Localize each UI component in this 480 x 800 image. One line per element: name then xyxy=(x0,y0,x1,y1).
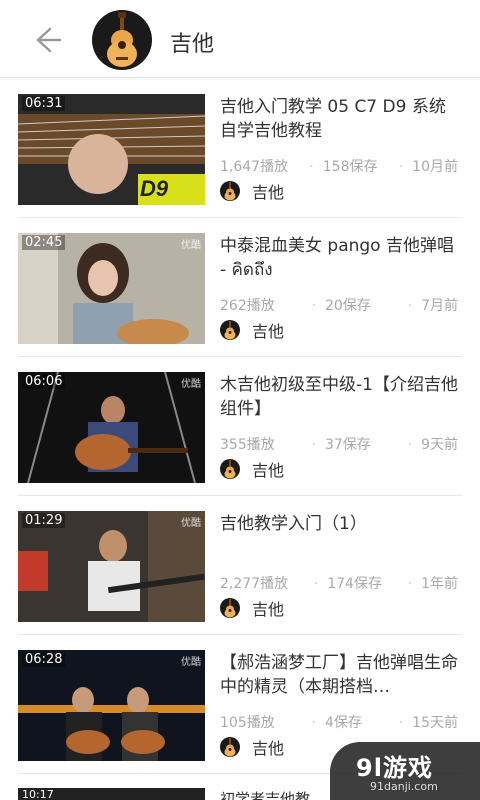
channel-name: 吉他 xyxy=(252,739,285,758)
guitar-icon xyxy=(220,181,240,201)
video-title[interactable]: 吉他教学入门（1） xyxy=(220,512,458,536)
video-title[interactable]: 中泰混血美女 pango 吉他弹唱 - คิดถึง xyxy=(220,234,458,282)
save-count: 174保存 xyxy=(314,573,382,593)
watermark-url: 91danji.com xyxy=(370,780,438,793)
channel-link[interactable]: 吉他 xyxy=(220,459,285,480)
video-stats: 355播放 37保存 9天前 xyxy=(220,434,458,454)
video-duration: 06:28 xyxy=(22,652,66,667)
video-stats: 2,277播放 174保存 1年前 xyxy=(220,573,458,593)
channel-link[interactable]: 吉他 xyxy=(220,598,285,619)
upload-time: 9天前 xyxy=(408,434,458,454)
video-duration: 06:06 xyxy=(22,374,66,389)
video-item[interactable]: D9 06:31 吉他入门教学 05 C7 D9 系统自学吉他教程 1,647播… xyxy=(18,79,462,218)
save-count: 37保存 xyxy=(312,434,371,454)
video-thumbnail[interactable]: 06:28 优酷 xyxy=(18,650,205,761)
upload-time: 15天前 xyxy=(399,712,458,732)
guitar-icon xyxy=(220,737,240,757)
channel-name: 吉他 xyxy=(252,600,285,619)
youku-logo: 优酷 xyxy=(181,657,201,668)
arrow-left-icon[interactable] xyxy=(28,22,64,58)
save-count: 158保存 xyxy=(309,156,378,176)
video-stats: 1,647播放 158保存 10月前 xyxy=(220,156,458,176)
channel-link[interactable]: 吉他 xyxy=(220,320,285,341)
play-count: 2,277播放 xyxy=(220,576,289,592)
video-duration: 01:29 xyxy=(22,513,66,528)
video-item[interactable]: 02:45 优酷 中泰混血美女 pango 吉他弹唱 - คิดถึง 262播… xyxy=(18,218,462,357)
video-duration: 06:31 xyxy=(22,96,66,111)
play-count: 1,647播放 xyxy=(220,159,289,175)
channel-name: 吉他 xyxy=(252,183,285,202)
guitar-icon xyxy=(220,320,240,340)
guitar-icon xyxy=(220,598,240,618)
play-count: 355播放 xyxy=(220,437,275,453)
guitar-icon xyxy=(92,10,152,70)
youku-logo: 优酷 xyxy=(181,240,201,251)
save-count: 20保存 xyxy=(312,295,371,315)
channel-name: 吉他 xyxy=(252,461,285,480)
save-count: 4保存 xyxy=(312,712,362,732)
video-title[interactable]: 初学者吉他教 xyxy=(220,788,310,800)
video-thumbnail[interactable]: 02:45 优酷 xyxy=(18,233,205,344)
channel-name: 吉他 xyxy=(252,322,285,341)
channel-link[interactable]: 吉他 xyxy=(220,181,285,202)
video-duration: 10:17 xyxy=(22,788,54,800)
channel-link[interactable]: 吉他 xyxy=(220,737,285,758)
video-list: D9 06:31 吉他入门教学 05 C7 D9 系统自学吉他教程 1,647播… xyxy=(0,79,480,774)
upload-time: 1年前 xyxy=(408,573,458,593)
top-bar: 吉他 xyxy=(0,0,480,78)
svg-text:D9: D9 xyxy=(140,176,169,201)
video-item[interactable]: 06:06 优酷 木吉他初级至中级-1【介绍吉他组件】 355播放 37保存 9… xyxy=(18,357,462,496)
video-thumbnail[interactable]: D9 06:31 xyxy=(18,94,205,205)
upload-time: 7月前 xyxy=(408,295,458,315)
youku-logo: 优酷 xyxy=(181,518,201,529)
video-stats: 262播放 20保存 7月前 xyxy=(220,295,458,315)
upload-time: 10月前 xyxy=(399,156,458,176)
play-count: 105播放 xyxy=(220,715,275,731)
youku-logo: 优酷 xyxy=(181,379,201,390)
video-stats: 105播放 4保存 15天前 xyxy=(220,712,458,732)
watermark: 9l游戏 91danji.com xyxy=(330,742,480,800)
play-count: 262播放 xyxy=(220,298,275,314)
watermark-logo: 9l游戏 xyxy=(356,754,433,782)
guitar-icon xyxy=(220,459,240,479)
video-duration: 02:45 xyxy=(22,235,66,250)
video-thumbnail[interactable]: 06:06 优酷 xyxy=(18,372,205,483)
page-title: 吉他 xyxy=(170,32,215,57)
video-thumbnail[interactable]: 10:17 xyxy=(18,788,205,800)
video-item[interactable]: 01:29 优酷 吉他教学入门（1） 2,277播放 174保存 1年前 吉他 xyxy=(18,496,462,635)
video-thumbnail[interactable]: 01:29 优酷 xyxy=(18,511,205,622)
video-title[interactable]: 吉他入门教学 05 C7 D9 系统自学吉他教程 xyxy=(220,95,458,143)
video-title[interactable]: 木吉他初级至中级-1【介绍吉他组件】 xyxy=(220,373,458,421)
video-title[interactable]: 【郝浩涵梦工厂】吉他弹唱生命中的精灵（本期搭档… xyxy=(220,651,458,699)
